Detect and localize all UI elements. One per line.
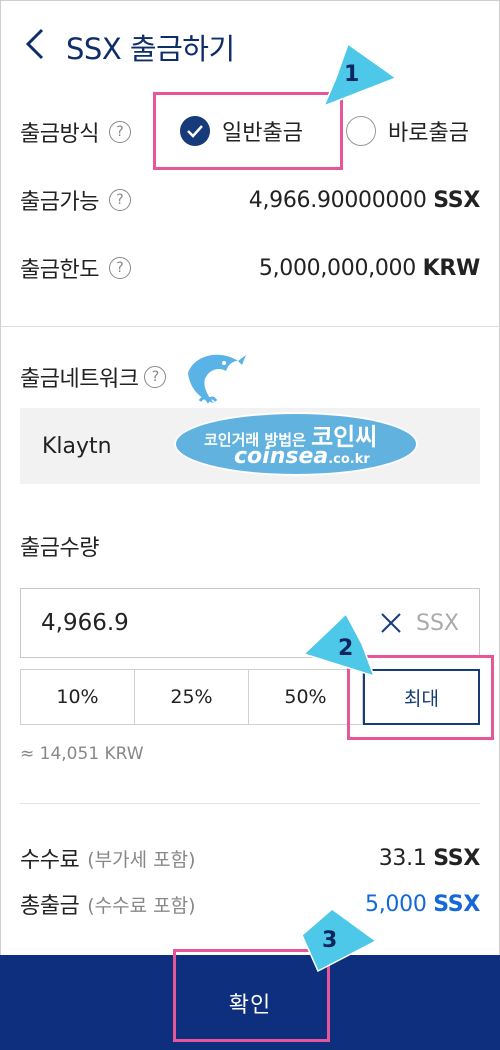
amount-row: 출금수량 xyxy=(20,526,480,566)
help-icon[interactable]: ? xyxy=(144,366,167,388)
clear-icon[interactable] xyxy=(378,610,404,636)
watermark-domain-suffix: .co.kr xyxy=(328,452,370,467)
total-value: 5,000 SSX xyxy=(365,892,480,917)
help-icon[interactable]: ? xyxy=(108,121,131,143)
section-divider xyxy=(0,326,500,327)
available-unit: SSX xyxy=(433,187,480,213)
total-sub-label: (수수료 포함) xyxy=(87,894,196,917)
callout-number-1: 1 xyxy=(344,62,360,87)
callout-number-3: 3 xyxy=(322,928,338,953)
network-label: 출금네트워크 xyxy=(20,367,139,392)
krw-estimate: ≈ 14,051 KRW xyxy=(20,744,144,764)
fee-row: 수수료 (부가세 포함) 33.1 SSX xyxy=(20,838,480,878)
radio-empty-icon xyxy=(346,116,376,146)
percent-25-button[interactable]: 25% xyxy=(135,670,249,724)
amount-unit: SSX xyxy=(415,610,459,636)
watermark-domain: coinsea xyxy=(234,444,329,469)
highlight-box-1 xyxy=(153,92,343,170)
callout-number-2: 2 xyxy=(338,636,354,661)
summary-divider xyxy=(20,803,480,804)
method-label: 출금방식 xyxy=(20,122,99,147)
radio-instant-label: 바로출금 xyxy=(388,121,469,146)
limit-label: 출금한도 xyxy=(20,258,99,283)
fee-value: 33.1 SSX xyxy=(378,845,481,871)
fee-label: 수수료 xyxy=(20,848,80,873)
network-value: Klaytn xyxy=(42,433,112,459)
total-label: 총출금 xyxy=(20,894,80,919)
fee-unit: SSX xyxy=(433,845,480,871)
limit-value: 5,000,000,000 KRW xyxy=(259,256,480,281)
amount-input[interactable]: 4,966.9 SSX xyxy=(20,588,480,658)
help-icon[interactable]: ? xyxy=(108,189,131,211)
available-label: 출금가능 xyxy=(20,190,99,215)
network-row: 출금네트워크 ? xyxy=(20,357,480,397)
callout-arrow-3-icon xyxy=(301,908,378,973)
limit-amount: 5,000,000,000 xyxy=(258,255,416,281)
available-row: 출금가능 ? 4,966.90000000 SSX xyxy=(20,180,480,220)
radio-instant-withdrawal[interactable]: 바로출금 xyxy=(346,113,469,149)
limit-row: 출금한도 ? 5,000,000,000 KRW xyxy=(20,248,480,288)
total-row: 총출금 (수수료 포함) 5,000 SSX xyxy=(20,884,480,924)
limit-unit: KRW xyxy=(422,255,481,281)
amount-label: 출금수량 xyxy=(20,536,99,561)
back-button[interactable] xyxy=(22,24,52,64)
chevron-left-icon xyxy=(25,28,44,60)
help-icon[interactable]: ? xyxy=(108,257,131,279)
available-value: 4,966.90000000 SSX xyxy=(248,187,481,213)
coinsea-watermark: 코인거래 방법은 코인씨 coinsea.co.kr xyxy=(174,404,418,478)
header: SSX 출금하기 xyxy=(0,0,500,90)
dolphin-logo-icon xyxy=(188,354,246,404)
total-unit: SSX xyxy=(433,891,480,917)
amount-value: 4,966.9 xyxy=(41,610,129,636)
percent-10-button[interactable]: 10% xyxy=(21,670,135,724)
page-title: SSX 출금하기 xyxy=(66,32,235,66)
fee-sub-label: (부가세 포함) xyxy=(87,848,196,871)
watermark-line2: coinsea.co.kr xyxy=(234,444,370,469)
available-amount: 4,966.90000000 xyxy=(248,187,427,213)
fee-amount: 33.1 xyxy=(378,845,427,871)
